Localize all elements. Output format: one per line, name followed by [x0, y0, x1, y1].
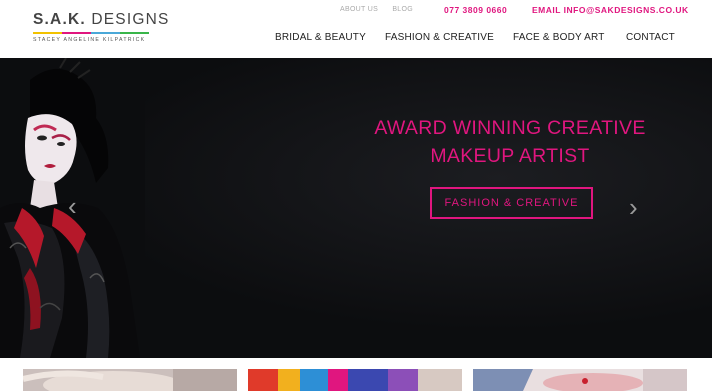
nav-item-face-body-art[interactable]: FACE & BODY ART — [513, 32, 605, 43]
top-links: ABOUT US BLOG — [340, 6, 425, 13]
logo-title: S.A.K. DESIGNS — [33, 11, 170, 28]
main-nav: BRIDAL & BEAUTY FASHION & CREATIVE FACE … — [0, 32, 712, 46]
nav-item-contact[interactable]: CONTACT — [626, 32, 675, 43]
site-header: S.A.K. DESIGNS STACEY ANGELINE KILPATRIC… — [0, 0, 712, 58]
hero-slider: AWARD WINNING CREATIVE MAKEUP ARTIST FAS… — [0, 58, 712, 358]
thumbnail-fashion[interactable] — [248, 369, 462, 391]
blog-link[interactable]: BLOG — [392, 6, 413, 13]
hero-headline: AWARD WINNING CREATIVE MAKEUP ARTIST — [374, 117, 646, 167]
phone-link[interactable]: 077 3809 0660 — [444, 5, 507, 15]
thumbnail-face-body-art[interactable] — [473, 369, 687, 391]
fashion-creative-button[interactable]: FASHION & CREATIVE — [430, 187, 593, 219]
email-link[interactable]: EMAIL INFO@SAKDESIGNS.CO.UK — [532, 5, 689, 15]
chevron-right-icon[interactable]: › — [629, 192, 638, 223]
featured-thumbnails — [0, 358, 712, 391]
about-us-link[interactable]: ABOUT US — [340, 6, 378, 13]
thumbnail-bridal[interactable] — [23, 369, 237, 391]
chevron-left-icon[interactable]: ‹ — [68, 191, 77, 222]
nav-item-fashion-creative[interactable]: FASHION & CREATIVE — [385, 32, 494, 43]
nav-item-bridal-beauty[interactable]: BRIDAL & BEAUTY — [275, 32, 366, 43]
